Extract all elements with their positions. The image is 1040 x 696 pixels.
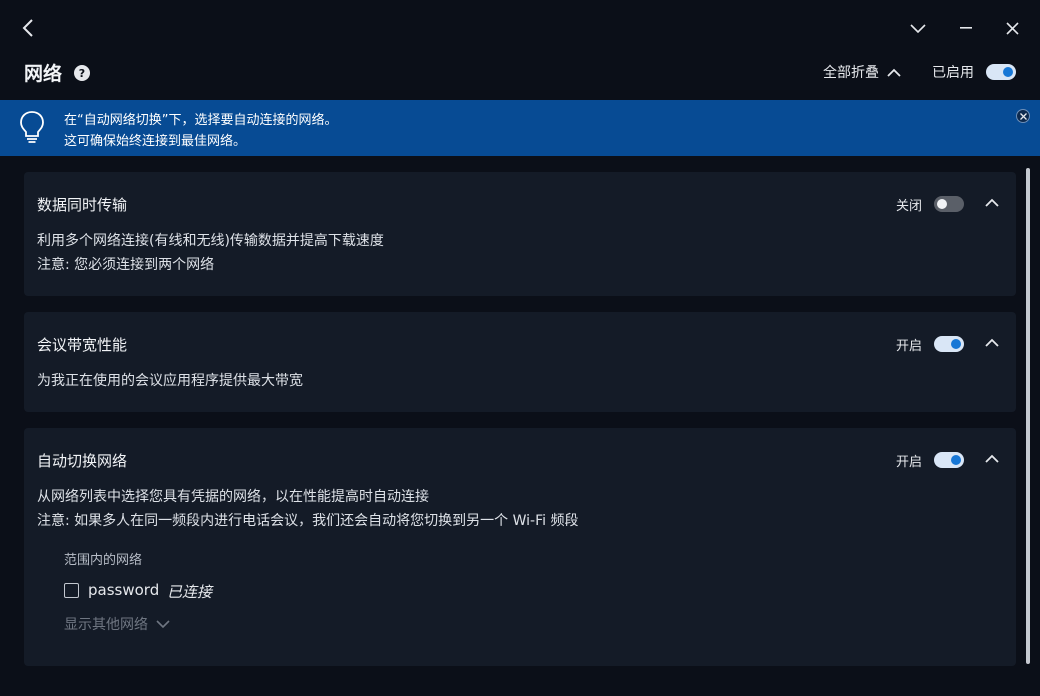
- banner-text-line2: 这可确保始终连接到最佳网络。: [64, 134, 247, 149]
- toggle-state-label: 开启: [896, 339, 923, 354]
- card-auto-switch-network: 自动切换网络 开启 从网络列表中选择您具有凭据的网络，以在性能提高时自动连接 注…: [24, 428, 1016, 666]
- dropdown-button[interactable]: [906, 16, 930, 40]
- toggle-knob: [1003, 67, 1013, 77]
- collapse-card-button[interactable]: [984, 194, 1000, 210]
- collapse-all-button[interactable]: 全部折叠: [823, 62, 901, 82]
- info-banner: 在“自动网络切换”下，选择要自动连接的网络。 这可确保始终连接到最佳网络。: [0, 100, 1040, 156]
- chevron-down-icon: [156, 619, 170, 628]
- simultaneous-transfer-toggle[interactable]: [934, 196, 964, 212]
- back-button[interactable]: [16, 15, 40, 41]
- meeting-bandwidth-toggle[interactable]: [934, 336, 964, 352]
- card-description: 利用多个网络连接(有线和无线)传输数据并提高下载速度: [37, 233, 384, 249]
- toggle-knob: [951, 339, 961, 349]
- chevron-down-icon: [910, 24, 926, 33]
- close-icon: [1005, 21, 1019, 35]
- card-simultaneous-transfer: 数据同时传输 关闭 利用多个网络连接(有线和无线)传输数据并提高下载速度 注意:…: [24, 172, 1016, 296]
- network-status: 已连接: [167, 583, 213, 601]
- close-window-button[interactable]: [1000, 16, 1024, 40]
- collapse-card-button[interactable]: [984, 450, 1000, 466]
- network-checkbox[interactable]: [64, 583, 79, 598]
- back-icon: [22, 19, 33, 37]
- network-name: password: [88, 581, 160, 599]
- auto-switch-toggle[interactable]: [934, 452, 964, 468]
- card-title: 自动切换网络: [37, 452, 128, 470]
- title-bar: [0, 0, 1040, 56]
- banner-close-button[interactable]: [1016, 109, 1030, 123]
- chevron-up-icon: [985, 198, 999, 207]
- toggle-state-label: 关闭: [896, 199, 923, 214]
- master-toggle[interactable]: [986, 64, 1016, 80]
- chevron-up-icon: [985, 338, 999, 347]
- page-header: 网络 ? 全部折叠 已启用: [0, 56, 1040, 100]
- card-note: 注意: 您必须连接到两个网络: [37, 257, 215, 273]
- minimize-button[interactable]: [954, 16, 978, 40]
- question-icon[interactable]: ?: [74, 65, 90, 81]
- card-description: 为我正在使用的会议应用程序提供最大带宽: [37, 373, 303, 389]
- collapse-card-button[interactable]: [984, 334, 1000, 350]
- scrollbar[interactable]: [1026, 168, 1030, 664]
- card-title: 数据同时传输: [37, 196, 128, 214]
- chevron-up-icon: [985, 454, 999, 463]
- banner-text-line1: 在“自动网络切换”下，选择要自动连接的网络。: [64, 113, 338, 128]
- networks-in-range-heading: 范围内的网络: [64, 553, 143, 568]
- page-title: 网络: [24, 63, 63, 85]
- toggle-state-label: 开启: [896, 455, 923, 470]
- collapse-all-label: 全部折叠: [823, 65, 879, 81]
- toggle-knob: [937, 199, 947, 209]
- toggle-knob: [951, 455, 961, 465]
- card-description: 从网络列表中选择您具有凭据的网络，以在性能提高时自动连接: [37, 489, 429, 505]
- card-note: 注意: 如果多人在同一频段内进行电话会议，我们还会自动将您切换到另一个 Wi-F…: [37, 513, 579, 529]
- card-title: 会议带宽性能: [37, 336, 128, 354]
- close-icon: [1019, 112, 1027, 120]
- show-other-networks-button[interactable]: 显示其他网络: [64, 614, 170, 634]
- enabled-label: 已启用: [932, 65, 974, 81]
- card-meeting-bandwidth: 会议带宽性能 开启 为我正在使用的会议应用程序提供最大带宽: [24, 312, 1016, 412]
- show-other-networks-label: 显示其他网络: [64, 617, 148, 633]
- lightbulb-icon: [20, 111, 44, 143]
- minimize-icon: [960, 27, 972, 29]
- chevron-up-icon: [887, 68, 901, 77]
